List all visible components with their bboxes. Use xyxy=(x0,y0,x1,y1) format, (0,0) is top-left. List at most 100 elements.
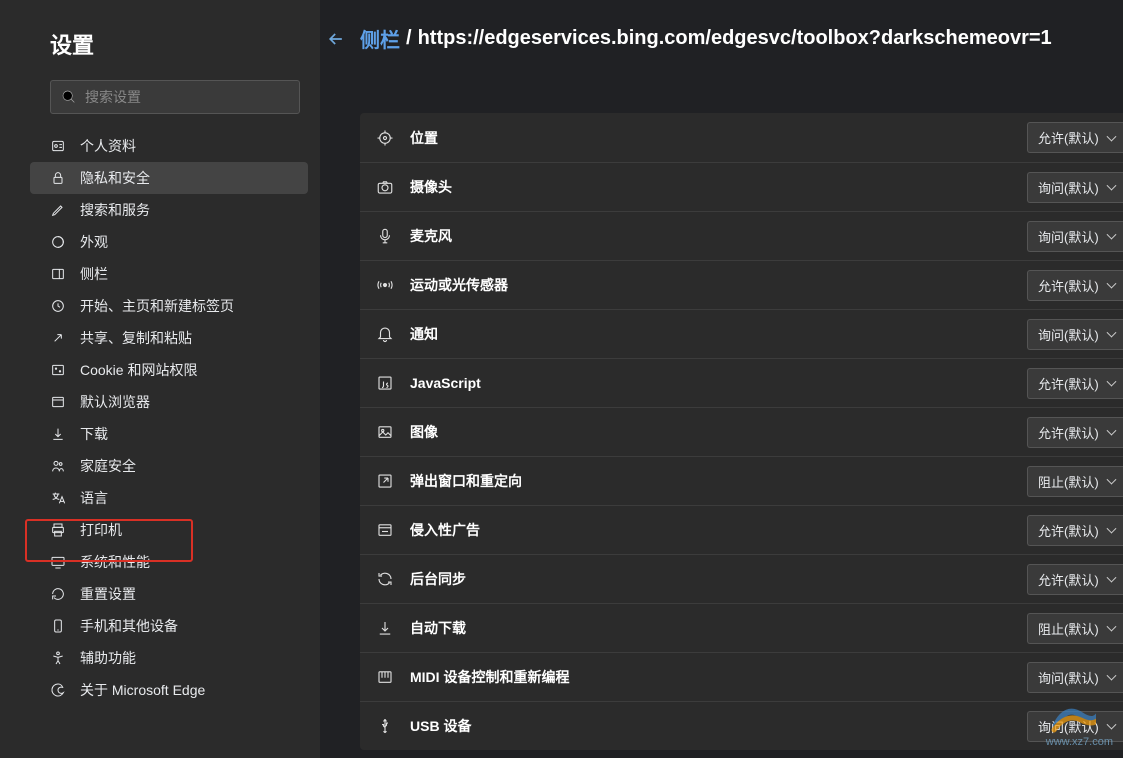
sidebar-item-downloads[interactable]: 下载 xyxy=(30,418,308,450)
permission-row-images[interactable]: 图像 允许(默认) xyxy=(360,407,1123,456)
sidebar-item-languages[interactable]: 语言 xyxy=(30,482,308,514)
sidebar-item-label: 下载 xyxy=(80,424,108,444)
permission-row-location[interactable]: 位置 允许(默认) xyxy=(360,113,1123,162)
back-arrow-icon[interactable] xyxy=(326,29,346,49)
sidebar-item-label: 手机和其他设备 xyxy=(80,616,178,636)
permission-label: MIDI 设备控制和重新编程 xyxy=(410,667,569,687)
permission-select[interactable]: 阻止(默认) xyxy=(1027,466,1123,497)
permission-label: 自动下载 xyxy=(410,618,466,638)
permissions-list: 位置 允许(默认) 摄像头 询问(默认) 麦克风 询问(默认) xyxy=(360,113,1123,750)
sidebar-item-system[interactable]: 系统和性能 xyxy=(30,546,308,578)
permission-row-javascript[interactable]: JavaScript 允许(默认) xyxy=(360,358,1123,407)
permission-row-usb[interactable]: USB 设备 询问(默认) xyxy=(360,701,1123,750)
sidebar-item-label: 搜索和服务 xyxy=(80,200,150,220)
sidebar-item-privacy[interactable]: 隐私和安全 xyxy=(30,162,308,194)
search-icon xyxy=(61,89,77,105)
location-icon xyxy=(376,129,394,147)
permission-select[interactable]: 允许(默认) xyxy=(1027,417,1123,448)
breadcrumb-separator: / xyxy=(406,27,412,50)
ads-icon xyxy=(376,521,394,539)
appearance-icon xyxy=(50,234,66,250)
permission-row-notifications[interactable]: 通知 询问(默认) xyxy=(360,309,1123,358)
sidebar-item-accessibility[interactable]: 辅助功能 xyxy=(30,642,308,674)
permission-select[interactable]: 允许(默认) xyxy=(1027,515,1123,546)
main-content: 侧栏 / https://edgeservices.bing.com/edges… xyxy=(320,0,1123,758)
share-icon xyxy=(50,330,66,346)
sidebar-item-label: 共享、复制和粘贴 xyxy=(80,328,192,348)
permission-label: 后台同步 xyxy=(410,569,466,589)
permission-row-ads[interactable]: 侵入性广告 允许(默认) xyxy=(360,505,1123,554)
home-icon xyxy=(50,298,66,314)
download-icon xyxy=(376,619,394,637)
sidebar-item-label: 辅助功能 xyxy=(80,648,136,668)
sidebar-item-share[interactable]: 共享、复制和粘贴 xyxy=(30,322,308,354)
permission-label: 弹出窗口和重定向 xyxy=(410,471,522,491)
sidebar-item-sidebar[interactable]: 侧栏 xyxy=(30,258,308,290)
permission-select[interactable]: 询问(默认) xyxy=(1027,172,1123,203)
sidebar-item-about[interactable]: 关于 Microsoft Edge xyxy=(30,674,308,706)
sidebar-item-label: 重置设置 xyxy=(80,584,136,604)
sidebar-item-family[interactable]: 家庭安全 xyxy=(30,450,308,482)
reset-icon xyxy=(50,586,66,602)
phone-icon xyxy=(50,618,66,634)
language-icon xyxy=(50,490,66,506)
sidebar-item-appearance[interactable]: 外观 xyxy=(30,226,308,258)
family-icon xyxy=(50,458,66,474)
midi-icon xyxy=(376,668,394,686)
sidebar-item-label: 语言 xyxy=(80,488,108,508)
sidebar-item-search-services[interactable]: 搜索和服务 xyxy=(30,194,308,226)
sidebar-item-default-browser[interactable]: 默认浏览器 xyxy=(30,386,308,418)
breadcrumb: 侧栏 / https://edgeservices.bing.com/edges… xyxy=(320,24,1123,77)
permission-row-camera[interactable]: 摄像头 询问(默认) xyxy=(360,162,1123,211)
permission-select[interactable]: 询问(默认) xyxy=(1027,319,1123,350)
sidebar-item-label: 隐私和安全 xyxy=(80,168,150,188)
sidebar-item-reset[interactable]: 重置设置 xyxy=(30,578,308,610)
sidebar-item-cookies[interactable]: Cookie 和网站权限 xyxy=(30,354,308,386)
profile-icon xyxy=(50,138,66,154)
sidebar-item-startup[interactable]: 开始、主页和新建标签页 xyxy=(30,290,308,322)
printer-icon xyxy=(50,522,66,538)
permission-select[interactable]: 阻止(默认) xyxy=(1027,613,1123,644)
sync-icon xyxy=(376,570,394,588)
js-icon xyxy=(376,374,394,392)
sidebar-item-label: 个人资料 xyxy=(80,136,136,156)
sidebar-item-phone[interactable]: 手机和其他设备 xyxy=(30,610,308,642)
sidebar-item-label: 关于 Microsoft Edge xyxy=(80,680,205,700)
permission-select[interactable]: 允许(默认) xyxy=(1027,122,1123,153)
permission-row-sensors[interactable]: 运动或光传感器 允许(默认) xyxy=(360,260,1123,309)
sidebar-item-printers[interactable]: 打印机 xyxy=(30,514,308,546)
system-icon xyxy=(50,554,66,570)
lock-icon xyxy=(50,170,66,186)
sidebar-title: 设置 xyxy=(0,20,320,80)
permission-label: 位置 xyxy=(410,128,438,148)
search-box[interactable] xyxy=(50,80,300,114)
sidebar-icon xyxy=(50,266,66,282)
permission-row-sync[interactable]: 后台同步 允许(默认) xyxy=(360,554,1123,603)
breadcrumb-link[interactable]: 侧栏 xyxy=(360,24,400,53)
permission-label: 图像 xyxy=(410,422,438,442)
camera-icon xyxy=(376,178,394,196)
permission-select[interactable]: 询问(默认) xyxy=(1027,221,1123,252)
permission-row-autodownload[interactable]: 自动下载 阻止(默认) xyxy=(360,603,1123,652)
sidebar-item-profile[interactable]: 个人资料 xyxy=(30,130,308,162)
permission-select[interactable]: 询问(默认) xyxy=(1027,662,1123,693)
download-icon xyxy=(50,426,66,442)
permission-row-midi[interactable]: MIDI 设备控制和重新编程 询问(默认) xyxy=(360,652,1123,701)
permission-select[interactable]: 允许(默认) xyxy=(1027,368,1123,399)
permission-label: USB 设备 xyxy=(410,716,471,736)
search-input[interactable] xyxy=(85,89,289,105)
sidebar-item-label: 系统和性能 xyxy=(80,552,150,572)
permission-label: 摄像头 xyxy=(410,177,452,197)
permission-label: 通知 xyxy=(410,324,438,344)
sensor-icon xyxy=(376,276,394,294)
permission-select[interactable]: 允许(默认) xyxy=(1027,270,1123,301)
browser-icon xyxy=(50,394,66,410)
permission-select[interactable]: 允许(默认) xyxy=(1027,564,1123,595)
permission-row-mic[interactable]: 麦克风 询问(默认) xyxy=(360,211,1123,260)
permission-select[interactable]: 询问(默认) xyxy=(1027,711,1123,742)
breadcrumb-url: https://edgeservices.bing.com/edgesvc/to… xyxy=(418,27,1052,50)
settings-sidebar: 设置 个人资料 隐私和安全 搜索和服务 外观 侧栏 开始、主页和新建 xyxy=(0,0,320,758)
permission-row-popups[interactable]: 弹出窗口和重定向 阻止(默认) xyxy=(360,456,1123,505)
sidebar-item-label: 打印机 xyxy=(80,520,122,540)
pencil-icon xyxy=(50,202,66,218)
